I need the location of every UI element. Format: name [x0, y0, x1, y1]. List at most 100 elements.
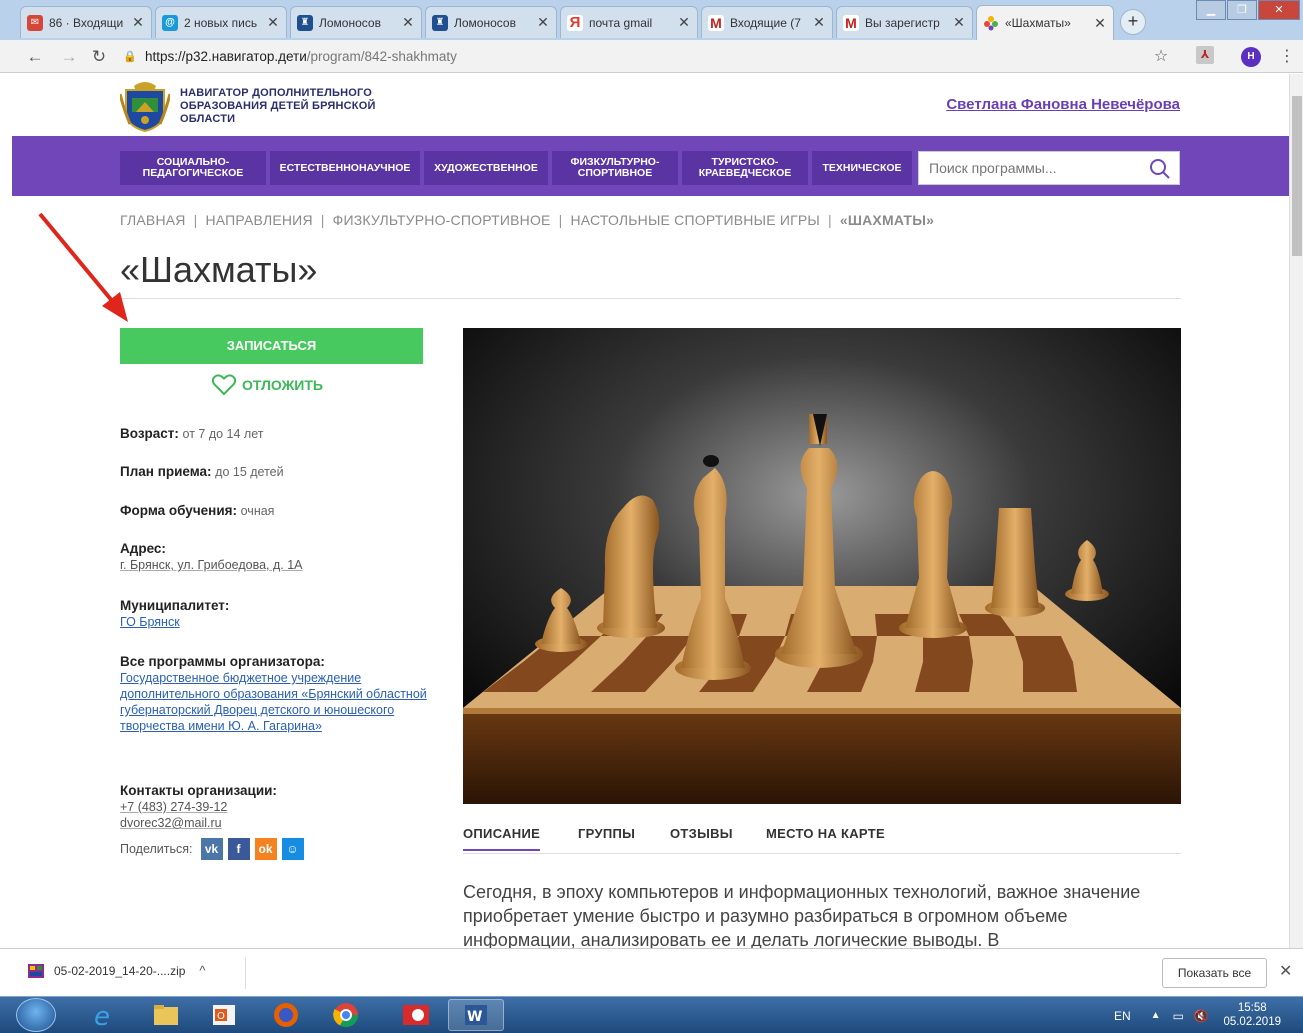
breadcrumb-directions[interactable]: НАПРАВЛЕНИЯ: [205, 212, 312, 228]
word-icon[interactable]: W: [448, 999, 504, 1031]
forward-icon[interactable]: →: [58, 46, 80, 68]
reload-icon[interactable]: ↻: [88, 46, 110, 68]
close-icon[interactable]: ✕: [812, 14, 826, 31]
chevron-up-icon[interactable]: ▲: [1151, 1010, 1161, 1021]
organizer-link[interactable]: Государственное бюджетное учреждение доп…: [120, 671, 427, 733]
gmail-icon: M: [843, 14, 859, 31]
navigator-icon: [983, 15, 999, 31]
outlook-icon[interactable]: O: [196, 999, 252, 1031]
firefox-icon[interactable]: [258, 999, 314, 1031]
odnoklassniki-icon[interactable]: ok: [254, 838, 277, 860]
browser-tab[interactable]: ♜ Ломоносов ✕: [425, 6, 557, 38]
enroll-button[interactable]: ЗАПИСАТЬСЯ: [120, 328, 423, 364]
age-label: Возраст:: [120, 426, 179, 441]
browser-tab[interactable]: ✉ 86 · Входящи ✕: [20, 6, 152, 38]
start-button[interactable]: [16, 998, 56, 1032]
close-icon[interactable]: ✕: [131, 14, 145, 31]
browser-tab-active[interactable]: «Шахматы» ✕: [976, 5, 1114, 40]
download-filename: 05-02-2019_14-20-....zip: [54, 963, 186, 978]
breadcrumb-current: «ШАХМАТЫ»: [839, 212, 935, 228]
close-icon[interactable]: ✕: [536, 14, 550, 31]
breadcrumb: ГЛАВНАЯ | НАПРАВЛЕНИЯ | ФИЗКУЛЬТУРНО-СПОРТИВ…: [120, 212, 935, 228]
back-icon[interactable]: ←: [24, 46, 46, 68]
breadcrumb-board-games[interactable]: НАСТОЛЬНЫЕ СПОРТИВНЫЕ ИГРЫ: [570, 212, 820, 228]
tab-title: 86 · Входящи: [49, 15, 124, 30]
page-scrollbar[interactable]: [1289, 74, 1303, 948]
tab-map[interactable]: МЕСТО НА КАРТЕ: [766, 826, 885, 841]
close-icon[interactable]: ✕: [1093, 15, 1107, 32]
profile-avatar[interactable]: Н: [1241, 47, 1261, 67]
url-path: /program/842-shakhmaty: [306, 49, 457, 64]
close-icon[interactable]: ✕: [952, 14, 966, 31]
nav-direction-sport[interactable]: ФИЗКУЛЬТУРНО-СПОРТИВНОЕ: [552, 151, 678, 185]
nav-direction-art[interactable]: ХУДОЖЕСТВЕННОЕ: [424, 151, 548, 185]
tab-description[interactable]: ОПИСАНИЕ: [463, 826, 541, 851]
municipality-info: Муниципалитет: ГО Брянск: [120, 598, 430, 630]
tab-reviews[interactable]: ОТЗЫВЫ: [670, 826, 733, 841]
municipality-link[interactable]: ГО Брянск: [120, 615, 180, 629]
site-header: НАВИГАТОР ДОПОЛНИТЕЛЬНОГО ОБРАЗОВАНИЯ ДЕ…: [12, 74, 1289, 136]
volume-muted-icon[interactable]: 🔇: [1194, 1009, 1209, 1023]
system-clock[interactable]: 15:58 05.02.2019: [1223, 1001, 1281, 1029]
close-icon[interactable]: ✕: [1279, 961, 1292, 981]
crest-icon: ♜: [297, 14, 313, 31]
program-image: [463, 328, 1181, 804]
vk-icon[interactable]: vk: [200, 838, 223, 860]
network-icon[interactable]: ▭: [1173, 1009, 1184, 1023]
search-icon[interactable]: [1149, 158, 1171, 180]
minimize-button[interactable]: ▁: [1196, 0, 1226, 20]
scrollbar-thumb[interactable]: [1292, 96, 1302, 256]
browser-tab[interactable]: Я почта gmail ✕: [560, 6, 698, 38]
bryansk-crest-logo[interactable]: [120, 80, 170, 132]
nav-direction-tourism[interactable]: ТУРИСТСКО-КРАЕВЕДЧЕСКОЕ: [682, 151, 808, 185]
explorer-icon[interactable]: [138, 999, 194, 1031]
browser-tab[interactable]: ♜ Ломоносов ✕: [290, 6, 422, 38]
language-indicator[interactable]: EN: [1114, 1009, 1131, 1023]
window-close-button[interactable]: ✕: [1258, 0, 1300, 20]
nav-direction-social[interactable]: СОЦИАЛЬНО-ПЕДАГОГИЧЕСКОЕ: [120, 151, 266, 185]
maximize-button[interactable]: ❐: [1227, 0, 1257, 20]
clock-date: 05.02.2019: [1223, 1016, 1281, 1028]
program-search: [918, 151, 1180, 185]
email-link[interactable]: dvorec32@mail.ru: [120, 816, 222, 830]
share-row: Поделиться: vk f ok ☺: [120, 838, 304, 860]
facebook-icon[interactable]: f: [227, 838, 250, 860]
phone-link[interactable]: +7 (483) 274-39-12: [120, 800, 227, 814]
new-tab-button[interactable]: +: [1120, 9, 1146, 35]
tab-title: Ломоносов: [454, 15, 516, 30]
nav-direction-science[interactable]: ЕСТЕСТВЕННОНАУЧНОЕ: [270, 151, 420, 185]
breadcrumb-sport[interactable]: ФИЗКУЛЬТУРНО-СПОРТИВНОЕ: [333, 212, 551, 228]
archive-icon: [28, 963, 44, 978]
tab-groups[interactable]: ГРУППЫ: [578, 826, 635, 841]
close-icon[interactable]: ✕: [677, 14, 691, 31]
address-label: Адрес:: [120, 541, 166, 556]
bookmark-star-icon[interactable]: ☆: [1150, 46, 1172, 68]
organizer-info: Все программы организатора: Государствен…: [120, 654, 430, 734]
show-all-downloads-button[interactable]: Показать все: [1162, 958, 1267, 988]
chevron-up-icon[interactable]: ^: [199, 963, 205, 978]
close-icon[interactable]: ✕: [401, 14, 415, 31]
chrome-icon[interactable]: [318, 999, 374, 1031]
nav-direction-technical[interactable]: ТЕХНИЧЕСКОЕ: [812, 151, 912, 185]
browser-tab[interactable]: @ 2 новых пись ✕: [155, 6, 287, 38]
download-item[interactable]: 05-02-2019_14-20-....zip ^: [28, 963, 206, 978]
address-link[interactable]: г. Брянск, ул. Грибоедова, д. 1А: [120, 558, 303, 572]
browser-tab[interactable]: M Входящие (7 ✕: [701, 6, 833, 38]
app-icon[interactable]: [388, 999, 444, 1031]
user-profile-link[interactable]: Светлана Фановна Невечёрова: [946, 96, 1180, 113]
address-info: Адрес: г. Брянск, ул. Грибоедова, д. 1А: [120, 541, 430, 573]
search-input[interactable]: [919, 152, 1139, 184]
close-icon[interactable]: ✕: [266, 14, 280, 31]
tab-title: Ломоносов: [319, 15, 381, 30]
ie-icon[interactable]: e: [76, 999, 132, 1031]
site-logo-text[interactable]: НАВИГАТОР ДОПОЛНИТЕЛЬНОГО ОБРАЗОВАНИЯ ДЕ…: [180, 87, 410, 126]
menu-icon[interactable]: ⋮: [1276, 46, 1298, 68]
browser-tab[interactable]: M Вы зарегистр ✕: [836, 6, 973, 38]
moimir-icon[interactable]: ☺: [281, 838, 304, 860]
address-bar[interactable]: 🔒 https://р32.навигатор.дети/program/842…: [123, 44, 1183, 69]
postpone-label: ОТЛОЖИТЬ: [242, 376, 323, 393]
pdf-extension-icon[interactable]: ⅄: [1196, 46, 1214, 64]
municipality-label: Муниципалитет:: [120, 598, 230, 613]
postpone-button[interactable]: ОТЛОЖИТЬ: [212, 374, 323, 395]
browser-tab-strip: ✉ 86 · Входящи ✕ @ 2 новых пись ✕ ♜ Ломо…: [0, 0, 1303, 40]
